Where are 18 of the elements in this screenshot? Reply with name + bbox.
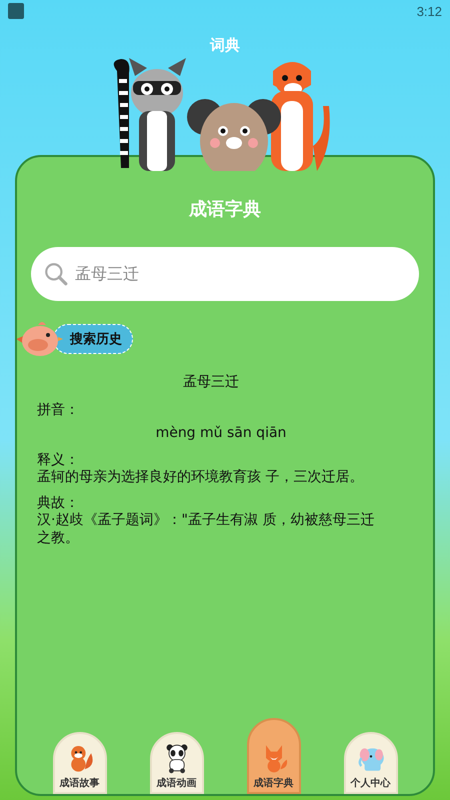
search-history-tag[interactable]: 搜索历史 <box>53 324 133 354</box>
section-text: mèng mǔ sān qiān <box>154 425 288 442</box>
section-label: 释义： <box>37 450 80 468</box>
section-label: 典故： <box>37 494 80 512</box>
search-field[interactable]: 孟母三迁 <box>31 247 419 301</box>
section-text: 孟轲的母亲为选择良好的环境教育孩 子，三次迁居。 <box>37 468 364 486</box>
page-title: 词典 <box>210 36 240 55</box>
search-icon <box>43 261 69 287</box>
section-text: 汉·赵歧《孟子题词》："孟子生有淑 质，幼被慈母三迁之教。 <box>37 512 376 547</box>
nav-tab[interactable]: 成语故事 <box>52 732 106 794</box>
card-title: 成语字典 <box>188 198 262 221</box>
idiom-title: 孟母三迁 <box>182 373 240 391</box>
section-label: 拼音： <box>37 401 80 419</box>
nav-tab[interactable]: 成语动画 <box>150 732 204 794</box>
nav-tab[interactable]: 成语字典 <box>246 718 300 794</box>
notification-icon <box>8 3 24 19</box>
status-time: 3:12 <box>416 4 442 18</box>
nav-tab[interactable]: 个人中心 <box>344 732 398 794</box>
